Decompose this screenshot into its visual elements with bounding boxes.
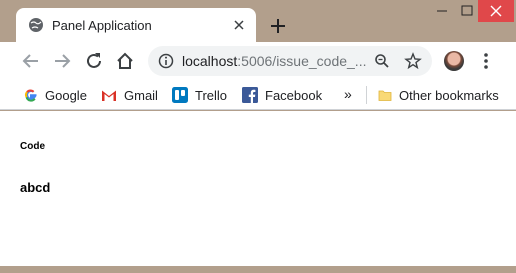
bookmarks-divider bbox=[366, 86, 367, 104]
facebook-icon bbox=[242, 87, 258, 103]
forward-arrow-icon[interactable] bbox=[51, 50, 73, 72]
toolbar: localhost:5006/issue_code_... bbox=[0, 42, 516, 80]
tab-title: Panel Application bbox=[52, 18, 152, 33]
close-icon[interactable] bbox=[230, 16, 248, 34]
profile-avatar[interactable] bbox=[444, 51, 464, 71]
folder-icon bbox=[378, 90, 392, 101]
globe-icon bbox=[28, 17, 44, 33]
other-bookmarks-label: Other bookmarks bbox=[399, 87, 499, 103]
bookmark-label: Trello bbox=[195, 87, 228, 103]
bookmark-facebook[interactable]: Facebook bbox=[242, 86, 322, 104]
code-value: abcd bbox=[20, 180, 51, 195]
browser-tab[interactable]: Panel Application bbox=[16, 8, 256, 42]
code-label: Code bbox=[20, 141, 45, 152]
window-frame-bottom bbox=[0, 266, 516, 273]
window-close-button[interactable] bbox=[478, 0, 514, 22]
trello-icon bbox=[172, 87, 188, 103]
other-bookmarks[interactable]: Other bookmarks bbox=[378, 86, 499, 104]
bookmark-label: Google bbox=[45, 87, 87, 103]
minimize-button[interactable] bbox=[424, 0, 460, 22]
bookmark-gmail[interactable]: Gmail bbox=[101, 86, 158, 104]
url-path: :5006/issue_code_... bbox=[237, 53, 367, 69]
more-menu-icon[interactable] bbox=[480, 51, 492, 71]
page-content: Code abcd bbox=[0, 111, 516, 266]
star-icon[interactable] bbox=[404, 52, 422, 70]
google-icon bbox=[24, 89, 37, 102]
bookmark-label: Facebook bbox=[265, 87, 323, 103]
address-bar[interactable]: localhost:5006/issue_code_... bbox=[148, 46, 432, 76]
browser-window: Panel Application localhost:5006/issue_c… bbox=[0, 0, 516, 273]
zoom-icon[interactable] bbox=[374, 53, 390, 69]
info-icon[interactable] bbox=[158, 53, 174, 69]
reload-icon[interactable] bbox=[83, 50, 105, 72]
url-text[interactable]: localhost:5006/issue_code_... bbox=[182, 53, 366, 69]
bookmark-google[interactable]: Google bbox=[24, 86, 87, 104]
gmail-icon bbox=[101, 89, 117, 101]
bookmark-trello[interactable]: Trello bbox=[172, 86, 227, 104]
bookmark-label: Gmail bbox=[124, 87, 158, 103]
home-icon[interactable] bbox=[114, 50, 136, 72]
bookmarks-bar: Google Gmail Trello Facebook » Other boo… bbox=[0, 80, 516, 110]
back-arrow-icon[interactable] bbox=[20, 50, 42, 72]
new-tab-button[interactable] bbox=[268, 16, 288, 36]
url-host: localhost bbox=[182, 53, 238, 69]
more-bookmarks-chevron[interactable]: » bbox=[344, 86, 352, 102]
